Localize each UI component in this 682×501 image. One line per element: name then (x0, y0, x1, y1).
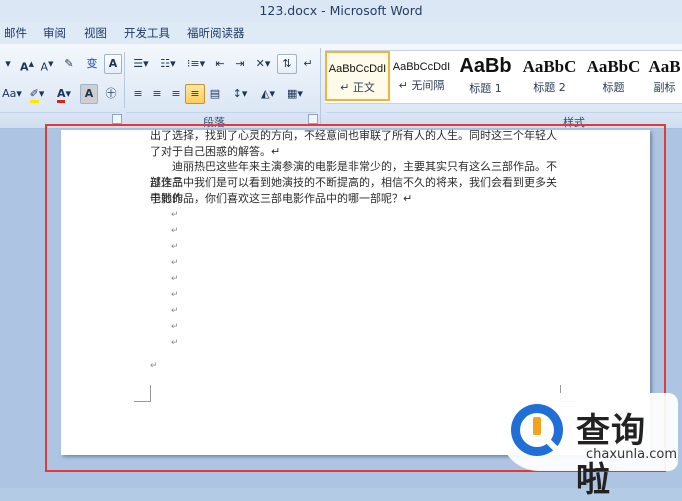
chaxunla-q-icon (511, 404, 563, 456)
enclose-characters-icon[interactable]: ㊉ (101, 84, 121, 104)
tab-mailings[interactable]: 邮件 (4, 25, 27, 41)
highlight-color-icon[interactable]: ✐▾ (25, 84, 49, 104)
group-divider (326, 112, 682, 113)
font-dialog-launcher-icon[interactable] (112, 114, 122, 124)
group-divider (0, 112, 120, 113)
bullets-icon[interactable]: ☰▾ (128, 54, 154, 74)
window-title: 123.docx - Microsoft Word (259, 3, 423, 18)
style-heading-2[interactable]: AaBbC 标题 2 (519, 51, 580, 101)
align-left-icon[interactable]: ≡ (128, 84, 148, 104)
style-subtitle[interactable]: AaB 副标 (647, 51, 682, 101)
ribbon-tab-bar: 邮件 审阅 视图 开发工具 福昕阅读器 (0, 22, 682, 45)
decrease-indent-icon[interactable]: ⇤ (210, 54, 230, 74)
separator (124, 52, 125, 108)
font-color-button[interactable]: A▾ (52, 84, 76, 104)
numbering-icon[interactable]: ☷▾ (155, 54, 181, 74)
character-border-button[interactable]: A (104, 54, 122, 74)
chinese-layout-icon[interactable]: ✕▾ (250, 54, 276, 74)
increase-indent-icon[interactable]: ⇥ (230, 54, 250, 74)
line-spacing-icon[interactable]: ↕▾ (227, 84, 253, 104)
shrink-font-button[interactable]: A▼ (38, 54, 56, 74)
change-case-button[interactable]: Aa▾ (0, 84, 24, 104)
phonetic-guide-icon[interactable]: 变 (81, 54, 103, 74)
align-center-icon[interactable]: ≡ (147, 84, 167, 104)
watermark-logo: 查询啦 chaxunla.com (500, 393, 678, 500)
justify-icon[interactable]: ≡ (185, 84, 205, 104)
group-divider (126, 112, 316, 113)
shading-icon[interactable]: ◭▾ (255, 84, 281, 104)
tab-review[interactable]: 审阅 (43, 25, 66, 41)
align-right-icon[interactable]: ≡ (166, 84, 186, 104)
style-normal[interactable]: AaBbCcDdI ↵ 正文 (325, 51, 390, 101)
distributed-icon[interactable]: ▤ (205, 84, 225, 104)
character-shading-icon[interactable]: A (80, 84, 98, 104)
tab-foxit-reader[interactable]: 福昕阅读器 (187, 25, 245, 41)
grow-font-button[interactable]: A▲ (18, 54, 36, 74)
font-size-dropdown-icon[interactable]: ▾ (0, 54, 16, 74)
show-marks-icon[interactable]: ↵ (298, 54, 318, 74)
tab-developer[interactable]: 开发工具 (124, 25, 170, 41)
multilevel-list-icon[interactable]: ⁝≡▾ (182, 54, 210, 74)
style-heading-1[interactable]: AaBb 标题 1 (455, 51, 516, 101)
watermark-en: chaxunla.com (586, 447, 677, 462)
paragraph-dialog-launcher-icon[interactable] (308, 114, 318, 124)
tab-view[interactable]: 视图 (84, 25, 107, 41)
window-title-bar: 123.docx - Microsoft Word (0, 0, 682, 22)
clear-format-icon[interactable]: ✎ (58, 54, 80, 74)
sort-icon[interactable]: ⇅ (277, 54, 297, 74)
separator (320, 48, 321, 124)
style-no-spacing[interactable]: AaBbCcDdI ↵ 无间隔 (391, 51, 452, 101)
style-title[interactable]: AaBbC 标题 (583, 51, 644, 101)
borders-icon[interactable]: ▦▾ (282, 84, 308, 104)
styles-gallery: AaBbCcDdI ↵ 正文 AaBbCcDdI ↵ 无间隔 AaBb 标题 1… (325, 50, 682, 104)
